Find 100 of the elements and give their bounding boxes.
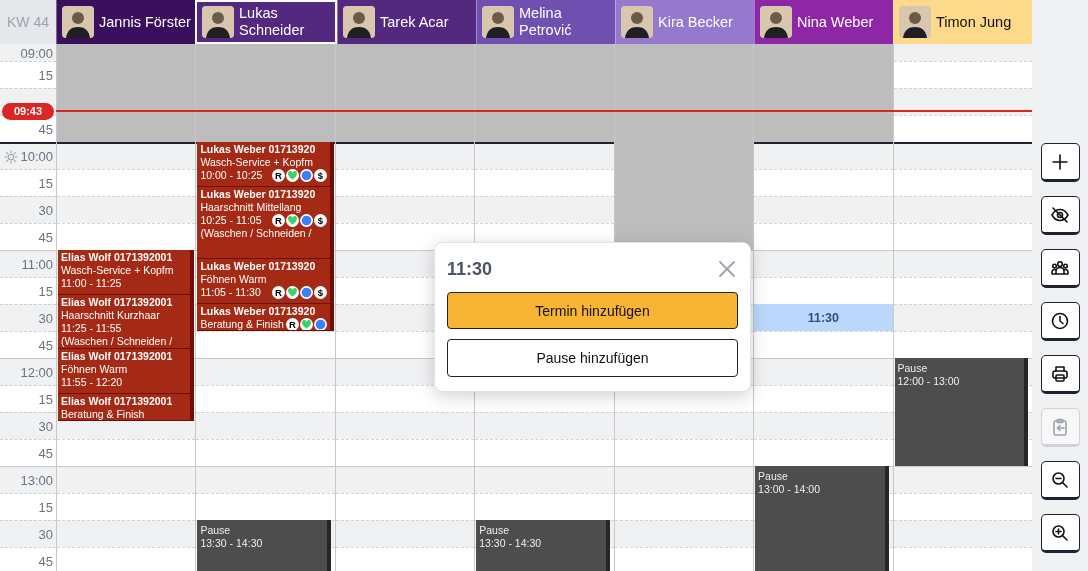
staff-header-tab[interactable]: Nina Weber xyxy=(754,0,893,44)
selected-time-slot[interactable]: 11:30 xyxy=(754,304,893,331)
service-name: Haarschnitt Kurzhaar xyxy=(61,309,160,322)
dot-icon xyxy=(299,286,313,299)
appointment-time: 10:00 - 10:25 xyxy=(200,169,263,182)
status-badge: R xyxy=(271,286,285,299)
appointment-time: 11:05 - 11:30 xyxy=(200,286,261,299)
appointment-note: (Waschen / Schneiden / xyxy=(61,335,173,348)
service-name: Wasch-Service + Kopfm xyxy=(61,264,174,277)
add-button[interactable] xyxy=(1040,143,1080,182)
status-badge: R xyxy=(271,169,285,182)
appointment-card[interactable]: Elias Wolf 0171392001 Beratung & Finish xyxy=(58,394,195,421)
dot-icon xyxy=(299,169,313,182)
zoom-out-icon xyxy=(1050,469,1070,490)
time-label: 45 xyxy=(38,229,53,245)
time-button[interactable] xyxy=(1040,302,1080,341)
zoom-in-button[interactable] xyxy=(1040,514,1080,553)
appointment-time: 11:25 - 11:55 xyxy=(61,322,122,335)
appointment-card[interactable]: Lukas Weber 01713920 Beratung & Finish R xyxy=(197,304,334,331)
service-name: Wasch-Service + Kopfm xyxy=(200,156,313,169)
client-name: Elias Wolf 0171392001 xyxy=(61,296,174,309)
staff-name: Nina Weber xyxy=(797,13,874,31)
team-button[interactable] xyxy=(1040,249,1080,288)
time-label: 12:00 xyxy=(20,364,53,380)
avatar-placeholder xyxy=(62,6,94,38)
time-label: 15 xyxy=(38,391,53,407)
dot-icon xyxy=(299,214,313,227)
appointment-time: 11:55 - 12:20 xyxy=(61,376,123,389)
time-label: 15 xyxy=(38,499,53,515)
time-label: 45 xyxy=(38,445,53,461)
time-label: 15 xyxy=(38,283,53,299)
status-badge: $ xyxy=(313,286,327,299)
clipboard-icon xyxy=(1050,416,1070,437)
pause-block[interactable]: Pause 13:30 - 14:30 xyxy=(197,520,331,571)
popup-title: 11:30 xyxy=(447,258,493,280)
heart-icon xyxy=(285,169,299,182)
service-name: Föhnen Warm xyxy=(200,273,267,286)
avatar-placeholder xyxy=(343,6,375,38)
client-name: Elias Wolf 0171392001 xyxy=(61,395,174,408)
pause-block[interactable]: Pause 13:30 - 14:30 xyxy=(476,520,610,571)
client-name: Elias Wolf 0171392001 xyxy=(61,251,174,264)
time-label: 30 xyxy=(38,418,53,434)
avatar-placeholder xyxy=(202,6,234,38)
add-appointment-button[interactable]: Termin hinzufügen xyxy=(447,291,738,330)
service-name: Föhnen Warm xyxy=(61,363,128,376)
appointment-card[interactable]: Lukas Weber 01713920 Föhnen Warm 11:05 - 11:30 R $ xyxy=(197,259,334,304)
staff-name: Timon Jung xyxy=(936,13,1012,31)
service-name: Beratung & Finish xyxy=(61,408,145,420)
staff-header-tab[interactable]: Melina Petrović xyxy=(476,0,615,44)
time-label: 45 xyxy=(38,121,53,137)
eye-slash-icon xyxy=(1050,204,1070,225)
status-badge: $ xyxy=(313,169,327,182)
zoom-in-icon xyxy=(1050,522,1070,543)
appointment-card[interactable]: Elias Wolf 0171392001 Föhnen Warm 11:55 - 12:20 xyxy=(58,349,195,394)
heart-icon xyxy=(285,286,299,299)
pause-time: 13:30 - 14:30 xyxy=(200,537,264,550)
appointment-time: 11:00 - 11:25 xyxy=(61,277,122,290)
add-pause-button[interactable]: Pause hinzufügen xyxy=(447,339,738,377)
time-label: 45 xyxy=(38,337,53,353)
time-label: 15 xyxy=(38,175,53,191)
zoom-out-button[interactable] xyxy=(1040,461,1080,500)
week-label: KW 44 xyxy=(0,0,56,44)
staff-header-tab[interactable]: Tarek Acar xyxy=(337,0,476,44)
appointment-card[interactable]: Lukas Weber 01713920 Wasch-Service + Kopfm 10:00 - 10:25 R $ xyxy=(197,142,334,187)
close-icon xyxy=(718,260,736,279)
client-name: Lukas Weber 01713920 xyxy=(200,260,317,273)
staff-header-tab[interactable]: Lukas Schneider xyxy=(195,0,337,44)
status-badge: R xyxy=(271,214,285,227)
pause-block[interactable]: Pause 12:00 - 13:00 xyxy=(894,358,1028,466)
appointment-card[interactable]: Elias Wolf 0171392001 Wasch-Service + Kopfm 11:00 - 11:25 xyxy=(58,250,195,295)
pause-title: Pause xyxy=(897,362,929,375)
time-label: 10:00 xyxy=(20,149,53,164)
avatar-placeholder xyxy=(899,6,931,38)
staff-header-tab[interactable]: Timon Jung xyxy=(893,0,1032,44)
staff-name: Kira Becker xyxy=(658,13,733,31)
pause-block[interactable]: Pause 13:00 - 14:00 xyxy=(755,466,889,571)
pause-title: Pause xyxy=(479,524,511,537)
pause-title: Pause xyxy=(200,524,232,537)
service-name: Haarschnitt Mittellang xyxy=(200,201,302,214)
appointment-time: 10:25 - 11:05 xyxy=(200,214,262,227)
staff-header-tab[interactable]: Jannis Förster xyxy=(56,0,195,44)
plus-icon xyxy=(1050,151,1070,172)
appointment-note: (Waschen / Schneiden / xyxy=(200,227,312,240)
time-label: 30 xyxy=(38,202,53,218)
appointment-card[interactable]: Elias Wolf 0171392001 Haarschnitt Kurzhaar 11:25 - 11:55 (Waschen / Schneiden / xyxy=(58,295,195,349)
hide-button[interactable] xyxy=(1040,196,1080,235)
pause-time: 12:00 - 13:00 xyxy=(897,375,961,388)
client-name: Lukas Weber 01713920 xyxy=(200,305,317,318)
staff-header-tab[interactable]: Kira Becker xyxy=(615,0,754,44)
avatar-placeholder xyxy=(482,6,514,38)
print-button[interactable] xyxy=(1040,355,1080,394)
time-label: 45 xyxy=(38,553,53,569)
time-label: 09:00 xyxy=(20,46,53,61)
status-badge: $ xyxy=(313,214,327,227)
clock-icon xyxy=(1050,310,1070,331)
dot-icon xyxy=(313,318,327,330)
pause-time: 13:00 - 14:00 xyxy=(758,483,821,496)
staff-name: Lukas Schneider xyxy=(239,5,306,39)
appointment-card[interactable]: Lukas Weber 01713920 Haarschnitt Mittellang 10:25 - 11:05 R $ (Waschen / Schneiden / xyxy=(197,187,334,259)
avatar-placeholder xyxy=(621,6,653,38)
